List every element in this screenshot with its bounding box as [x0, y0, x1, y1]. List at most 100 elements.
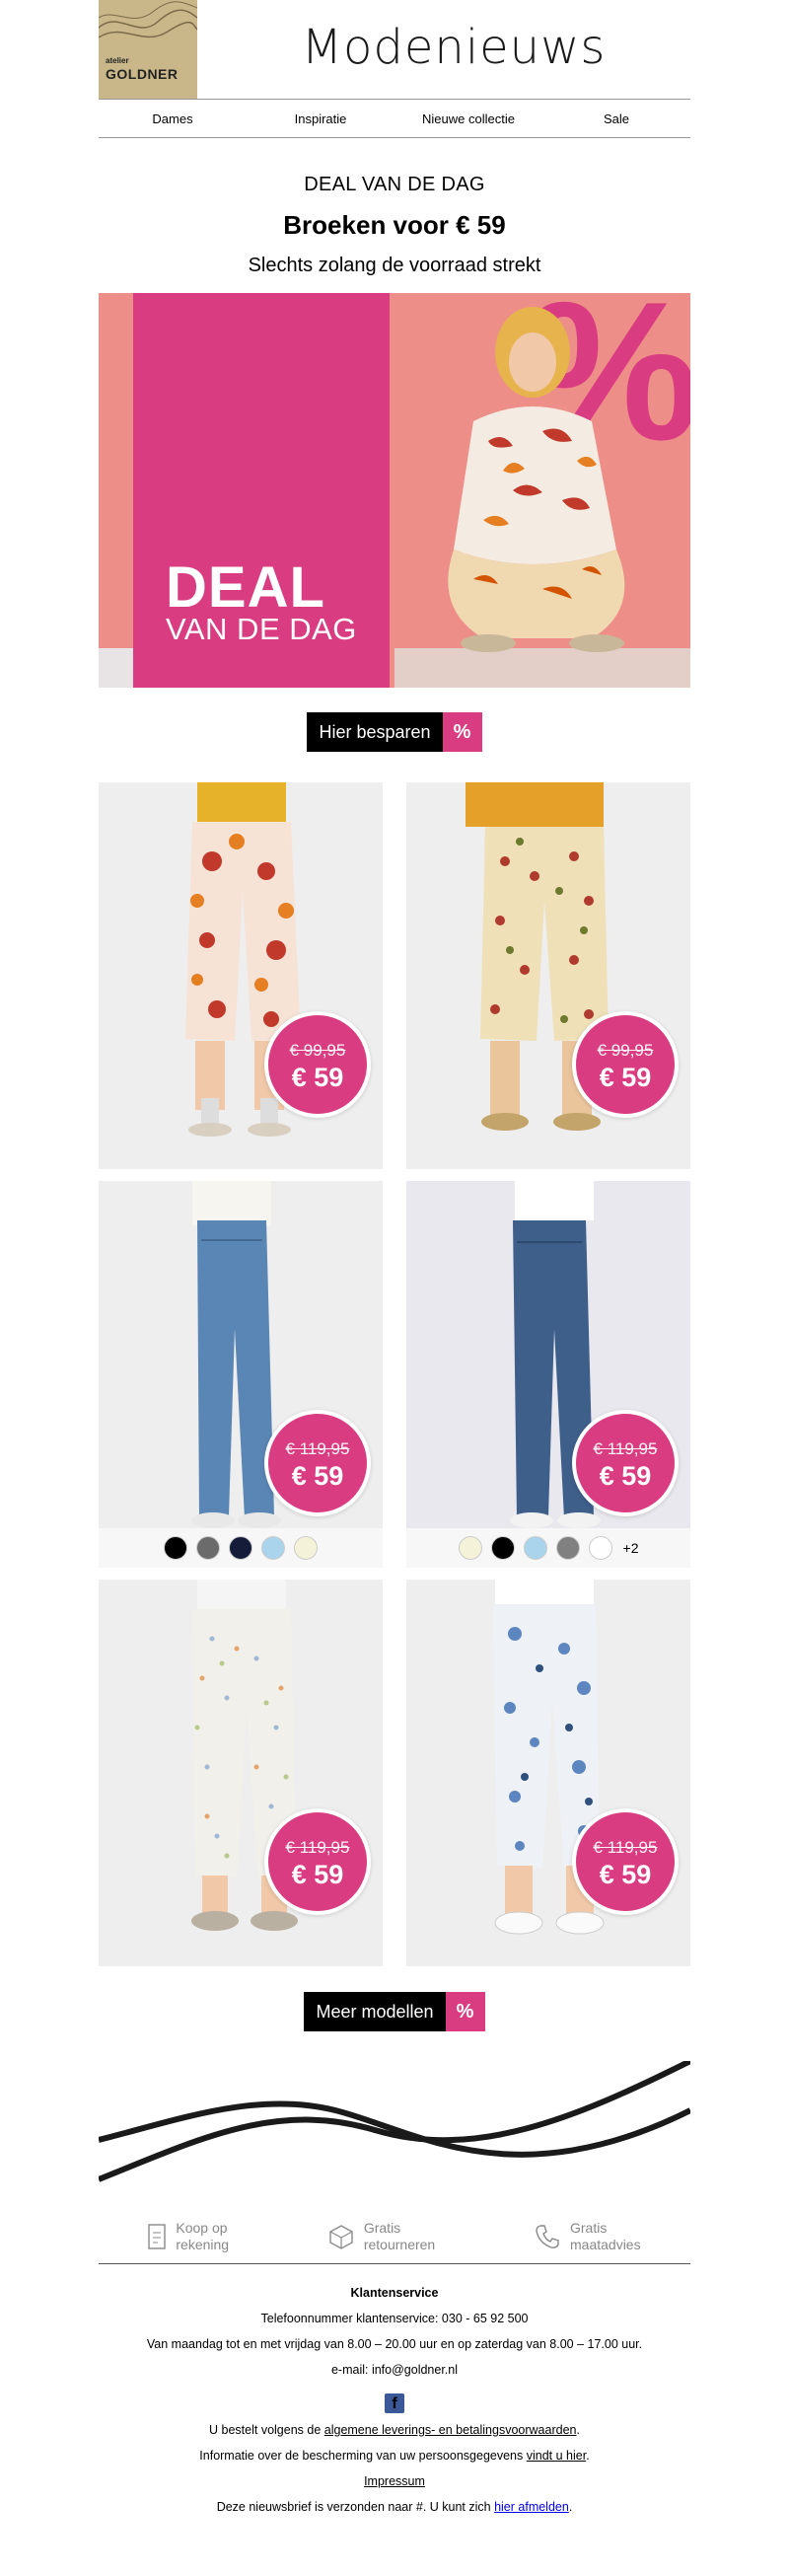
facebook-icon[interactable]: f: [385, 2393, 404, 2413]
logo-name: GOLDNER: [106, 66, 179, 82]
product-card[interactable]: € 119,95 € 59: [406, 1580, 690, 1966]
color-swatch[interactable]: [164, 1536, 187, 1560]
main-nav: Dames Inspiratie Nieuwe collectie Sale: [99, 99, 690, 138]
color-swatch[interactable]: [458, 1536, 482, 1560]
footer-title: Klantenservice: [350, 2286, 439, 2300]
hero-van-de-dag-text: VAN DE DAG: [166, 612, 357, 646]
footer-hours: Van maandag tot en met vrijdag van 8.00 …: [146, 2337, 643, 2351]
cta-bottom-wrap: Meer modellen %: [99, 1992, 690, 2031]
privacy-end: .: [586, 2449, 590, 2463]
unsubscribe-end: .: [568, 2500, 573, 2514]
color-swatches: [99, 1528, 383, 1568]
deal-title: Broeken voor € 59: [283, 210, 506, 240]
deal-heading: DEAL VAN DE DAG Broeken voor € 59 Slecht…: [99, 138, 690, 277]
terms-text: U bestelt volgens de: [209, 2423, 324, 2437]
invoice-icon: [148, 2224, 167, 2249]
usp-invoice: Koop op rekening: [148, 2220, 229, 2254]
nav-dames[interactable]: Dames: [99, 111, 247, 126]
terms-end: .: [576, 2423, 580, 2437]
deal-kicker: DEAL VAN DE DAG: [304, 174, 485, 195]
color-swatch[interactable]: [555, 1536, 580, 1560]
product-card[interactable]: € 119,95 € 59: [99, 1181, 383, 1568]
percent-icon: %: [445, 1992, 485, 2031]
unsubscribe-text: Deze nieuwsbrief is verzonden naar #. U …: [216, 2500, 495, 2514]
privacy-link[interactable]: vindt u hier: [527, 2449, 586, 2463]
new-price: € 59: [599, 1063, 652, 1092]
color-swatches: +2: [406, 1528, 690, 1568]
hero-deal-text: DEAL: [166, 555, 325, 620]
hero-banner[interactable]: % DEAL VAN DE DAG: [99, 293, 690, 688]
footer-unsubscribe: Deze nieuwsbrief is verzonden naar #. U …: [99, 2496, 690, 2519]
footer-impressum: Impressum: [99, 2470, 690, 2493]
old-price: € 99,95: [597, 1041, 654, 1060]
new-price: € 59: [291, 1860, 344, 1889]
usp-line2: rekening: [176, 2237, 230, 2252]
hier-besparen-button[interactable]: Hier besparen %: [307, 712, 482, 752]
hero-model-image: [394, 307, 690, 688]
price-badge: € 99,95 € 59: [572, 1011, 679, 1118]
meer-modellen-label: Meer modellen: [304, 1992, 446, 2031]
box-icon: [329, 2225, 353, 2249]
product-image: € 99,95 € 59: [406, 782, 690, 1169]
price-badge: € 119,95 € 59: [572, 1808, 679, 1915]
price-badge: € 119,95 € 59: [264, 1808, 371, 1915]
nav-inspiratie[interactable]: Inspiratie: [247, 111, 394, 126]
color-swatch[interactable]: [261, 1536, 285, 1560]
phone-icon: [536, 2225, 559, 2248]
color-swatch[interactable]: [294, 1536, 318, 1560]
new-price: € 59: [599, 1461, 652, 1491]
logo-tagline: atelier: [106, 56, 129, 65]
footer-phone: Telefoonnummer klantenservice: 030 - 65 …: [260, 2312, 529, 2325]
logo-waves-icon: [99, 1, 197, 38]
product-image: € 119,95 € 59: [99, 1580, 383, 1966]
old-price: € 99,95: [289, 1041, 346, 1060]
cta-top-wrap: Hier besparen %: [99, 712, 690, 752]
color-swatch[interactable]: [490, 1536, 515, 1560]
usp-line2: maatadvies: [570, 2237, 641, 2252]
footer-terms: U bestelt volgens de algemene leverings-…: [99, 2419, 690, 2442]
old-price: € 119,95: [593, 1838, 658, 1857]
usp-line1: Koop op: [176, 2219, 228, 2236]
product-grid: € 99,95 € 59 € 99,95 € 59 € 119,95 € 59 …: [99, 782, 690, 1966]
usp-line1: Gratis: [363, 2219, 401, 2236]
product-image: € 119,95 € 59: [99, 1181, 383, 1528]
privacy-text: Informatie over de bescherming van uw pe…: [199, 2449, 527, 2463]
product-image: € 99,95 € 59: [99, 782, 383, 1169]
usp-returns: Gratis retourneren: [328, 2220, 435, 2254]
old-price: € 119,95: [593, 1439, 658, 1458]
price-badge: € 119,95 € 59: [572, 1410, 679, 1516]
old-price: € 119,95: [285, 1439, 350, 1458]
color-swatch[interactable]: [196, 1536, 220, 1560]
footer-email: e-mail: info@goldner.nl: [330, 2363, 459, 2377]
price-badge: € 119,95 € 59: [264, 1410, 371, 1516]
product-image: € 119,95 € 59: [406, 1181, 690, 1528]
usp-bar: Koop op rekening Gratis retourneren Gratis…: [99, 2212, 690, 2261]
new-price: € 59: [599, 1860, 652, 1889]
product-card[interactable]: € 119,95 € 59: [99, 1580, 383, 1966]
unsubscribe-link[interactable]: hier afmelden: [494, 2500, 569, 2514]
more-colors-label[interactable]: +2: [623, 1540, 639, 1556]
percent-icon: %: [442, 712, 482, 752]
product-card[interactable]: € 99,95 € 59: [99, 782, 383, 1169]
usp-advice: Gratis maatadvies: [535, 2220, 641, 2254]
new-price: € 59: [291, 1461, 344, 1491]
color-swatch[interactable]: [229, 1536, 252, 1560]
newsletter: atelier GOLDNER Modenieuws Dames Inspira…: [97, 0, 692, 2519]
newsletter-title: Modenieuws: [301, 20, 607, 75]
usp-line1: Gratis: [570, 2219, 608, 2236]
product-card[interactable]: € 119,95 € 59 +2: [406, 1181, 690, 1568]
nav-nieuwe-collectie[interactable]: Nieuwe collectie: [394, 111, 542, 126]
footer-privacy: Informatie over de bescherming van uw pe…: [99, 2445, 690, 2467]
impressum-link[interactable]: Impressum: [364, 2474, 425, 2488]
color-swatch[interactable]: [588, 1536, 612, 1560]
hero-floor: [99, 648, 133, 688]
meer-modellen-button[interactable]: Meer modellen %: [304, 1992, 485, 2031]
deal-subtitle: Slechts zolang de voorraad strekt: [248, 255, 541, 276]
color-swatch[interactable]: [523, 1536, 547, 1560]
goldner-logo[interactable]: atelier GOLDNER: [99, 0, 197, 99]
product-card[interactable]: € 99,95 € 59: [406, 782, 690, 1169]
footer: Klantenservice Telefoonnummer klantenser…: [99, 2264, 690, 2519]
decorative-wave: [97, 2058, 692, 2182]
nav-sale[interactable]: Sale: [542, 111, 690, 126]
terms-link[interactable]: algemene leverings- en betalingsvoorwaar…: [324, 2423, 577, 2437]
